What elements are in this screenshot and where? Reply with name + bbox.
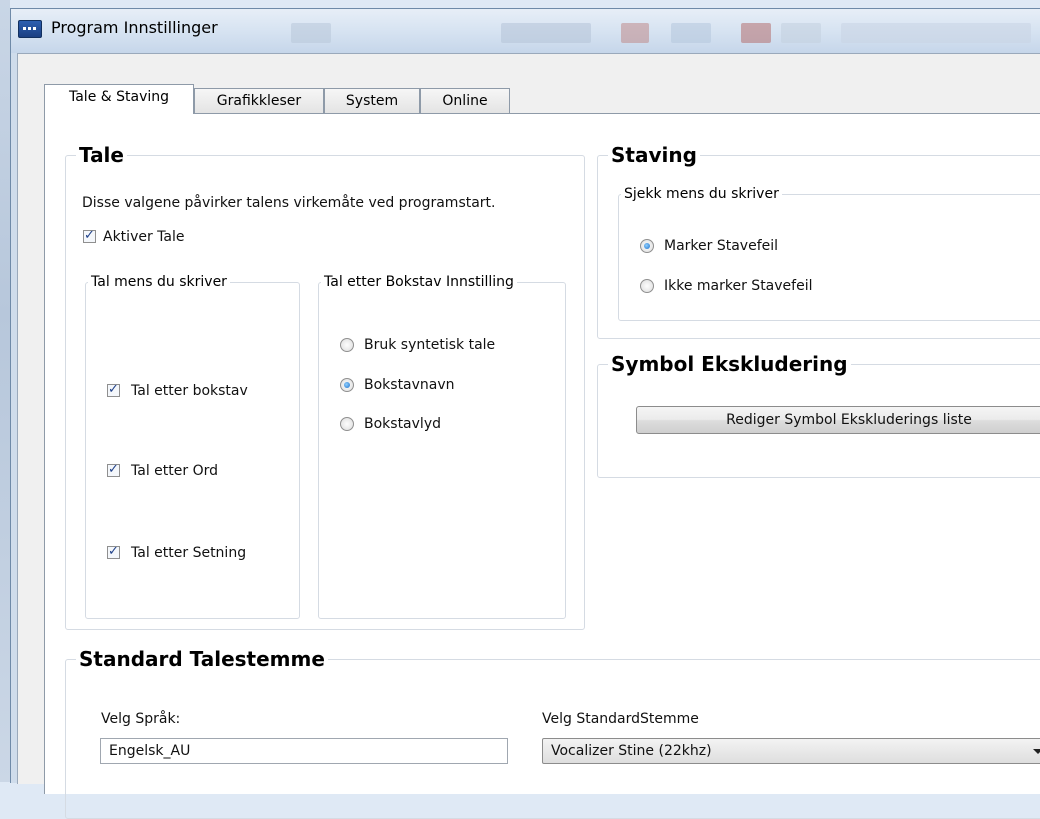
blurred-background (291, 23, 331, 43)
tab-grafikkleser[interactable]: Grafikkleser (194, 88, 324, 114)
ikke-marker-stavefeil-label[interactable]: Ikke marker Stavefeil (664, 277, 812, 295)
ikke-marker-stavefeil-radio[interactable] (640, 279, 654, 293)
app-icon (18, 20, 42, 38)
bruk-syntetisk-tale-label[interactable]: Bruk syntetisk tale (364, 336, 495, 354)
aktiver-tale-label[interactable]: Aktiver Tale (103, 228, 184, 246)
blurred-background (741, 23, 771, 43)
dialog-client-area: Tale & Staving Grafikkleser System Onlin… (17, 53, 1040, 819)
blurred-background (781, 23, 821, 43)
standard-talestemme-heading: Standard Talestemme (76, 646, 328, 672)
sprak-field[interactable]: Engelsk_AU (100, 738, 508, 764)
tal-etter-ord-label[interactable]: Tal etter Ord (131, 462, 218, 480)
bokstav-innstilling-legend: Tal etter Bokstav Innstilling (321, 273, 517, 291)
tab-tale-staving[interactable]: Tale & Staving (44, 84, 194, 114)
tab-system[interactable]: System (324, 88, 420, 114)
bokstavlyd-label[interactable]: Bokstavlyd (364, 415, 441, 433)
velg-standardstemme-label: Velg StandardStemme (542, 711, 699, 727)
title-bar[interactable]: Program Innstillinger (11, 9, 1040, 53)
symbol-ekskludering-group: Symbol Ekskludering Rediger Symbol Ekskl… (597, 351, 1040, 478)
velg-sprak-label: Velg Språk: (101, 711, 181, 727)
standard-talestemme-group: Standard Talestemme Velg Språk: Engelsk_… (65, 646, 1040, 819)
tale-group: Tale Disse valgene påvirker talens virke… (65, 142, 585, 630)
chevron-down-icon[interactable] (1033, 749, 1040, 754)
marker-stavefeil-label[interactable]: Marker Stavefeil (664, 237, 778, 255)
bruk-syntetisk-tale-radio[interactable] (340, 338, 354, 352)
symbol-ekskludering-heading: Symbol Ekskludering (608, 351, 851, 377)
standardstemme-dropdown[interactable]: Vocalizer Stine (22khz) (542, 738, 1040, 764)
desktop-background (0, 0, 10, 782)
bokstavnavn-label[interactable]: Bokstavnavn (364, 376, 455, 394)
bokstavnavn-radio[interactable] (340, 378, 354, 392)
blurred-background (841, 23, 1031, 43)
tal-mens-group: Tal mens du skriver Tal etter bokstav Ta… (85, 273, 300, 619)
aktiver-tale-checkbox[interactable] (83, 228, 96, 243)
standardstemme-value: Vocalizer Stine (22khz) (551, 743, 712, 759)
staving-heading: Staving (608, 142, 700, 168)
marker-stavefeil-radio[interactable] (640, 239, 654, 253)
blurred-background (621, 23, 649, 43)
tal-mens-legend: Tal mens du skriver (88, 273, 230, 291)
sjekk-mens-group: Sjekk mens du skriver Marker Stavefeil I… (618, 185, 1040, 321)
tal-etter-setning-checkbox[interactable] (107, 544, 120, 559)
tale-description: Disse valgene påvirker talens virkemåte … (82, 195, 496, 211)
tab-page-tale-staving: Tale Disse valgene påvirker talens virke… (44, 113, 1040, 819)
tale-heading: Tale (76, 142, 127, 168)
bokstavlyd-radio[interactable] (340, 417, 354, 431)
blurred-background (501, 23, 591, 43)
staving-group: Staving Sjekk mens du skriver Marker Sta… (597, 142, 1040, 339)
tal-etter-bokstav-label[interactable]: Tal etter bokstav (131, 382, 248, 400)
rediger-symbol-liste-button[interactable]: Rediger Symbol Ekskluderings liste (636, 406, 1040, 434)
tal-etter-ord-checkbox[interactable] (107, 462, 120, 477)
window-title: Program Innstillinger (51, 18, 218, 37)
blurred-background (671, 23, 711, 43)
settings-window: Program Innstillinger Tale & Staving Gra… (10, 8, 1040, 819)
tal-etter-setning-label[interactable]: Tal etter Setning (131, 544, 246, 562)
bokstav-innstilling-group: Tal etter Bokstav Innstilling Bruk synte… (318, 273, 566, 619)
tab-online[interactable]: Online (420, 88, 510, 114)
sjekk-mens-legend: Sjekk mens du skriver (621, 185, 782, 203)
tal-etter-bokstav-checkbox[interactable] (107, 382, 120, 397)
